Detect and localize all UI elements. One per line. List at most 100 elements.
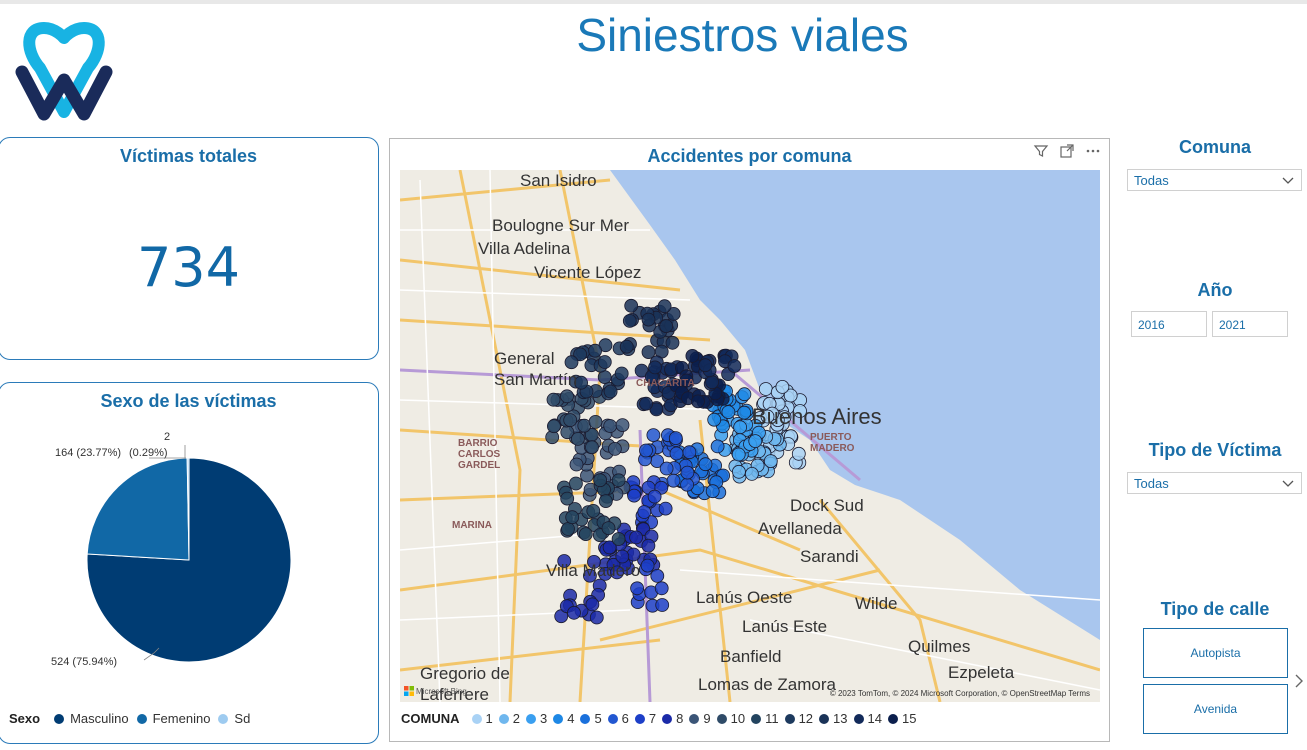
accident-point[interactable] xyxy=(619,339,634,354)
accident-point[interactable] xyxy=(682,445,697,460)
accident-point[interactable] xyxy=(614,366,629,381)
map-view[interactable]: San Isidro Boulogne Sur Mer Villa Adelin… xyxy=(400,170,1100,702)
accident-point[interactable] xyxy=(568,476,583,491)
accident-point[interactable] xyxy=(569,457,584,472)
accident-point[interactable] xyxy=(611,532,626,546)
accident-point[interactable] xyxy=(627,488,642,503)
accident-point[interactable] xyxy=(733,420,748,435)
legend-item-comuna-1[interactable]: 1 xyxy=(486,711,493,726)
anio-from-input[interactable]: 2016 xyxy=(1131,311,1207,337)
legend-item-comuna-6[interactable]: 6 xyxy=(622,711,629,726)
accident-point[interactable] xyxy=(603,419,618,433)
chevron-right-icon[interactable] xyxy=(1293,672,1305,690)
legend-item-comuna-10[interactable]: 10 xyxy=(731,711,745,726)
tipo-calle-option-avenida[interactable]: Avenida xyxy=(1143,684,1288,734)
legend-item-comuna-9[interactable]: 9 xyxy=(703,711,710,726)
accident-point[interactable] xyxy=(658,501,673,516)
accident-point[interactable] xyxy=(680,465,695,480)
accident-point[interactable] xyxy=(567,605,581,620)
accident-point[interactable] xyxy=(705,375,720,390)
accident-point[interactable] xyxy=(665,335,680,350)
focus-mode-icon[interactable] xyxy=(1059,143,1075,159)
accident-point[interactable] xyxy=(763,454,778,469)
legend-item-comuna-2[interactable]: 2 xyxy=(513,711,520,726)
accident-point[interactable] xyxy=(578,527,593,542)
anio-to-input[interactable]: 2021 xyxy=(1212,311,1288,337)
legend-item-comuna-3[interactable]: 3 xyxy=(540,711,547,726)
accident-point[interactable] xyxy=(737,405,752,420)
accident-point[interactable] xyxy=(727,359,742,373)
accident-point[interactable] xyxy=(698,358,713,373)
tipo-calle-option-autopista[interactable]: Autopista xyxy=(1143,628,1288,678)
tipo-victima-dropdown[interactable]: Todas xyxy=(1127,472,1302,494)
legend-item-comuna-14[interactable]: 14 xyxy=(868,711,882,726)
accident-point[interactable] xyxy=(593,473,608,488)
accident-point[interactable] xyxy=(546,419,561,434)
accident-point[interactable] xyxy=(705,484,720,499)
accident-point[interactable] xyxy=(791,446,806,461)
legend-item-masculino[interactable]: Masculino xyxy=(70,711,129,726)
accident-point[interactable] xyxy=(710,439,725,454)
accident-point[interactable] xyxy=(731,464,746,479)
legend-item-comuna-8[interactable]: 8 xyxy=(676,711,683,726)
accident-point[interactable] xyxy=(637,505,652,519)
accident-point[interactable] xyxy=(624,298,639,313)
accident-point[interactable] xyxy=(669,446,684,461)
accident-point[interactable] xyxy=(758,382,773,396)
legend-item-comuna-7[interactable]: 7 xyxy=(649,711,656,726)
accident-point[interactable] xyxy=(588,343,603,358)
accident-point[interactable] xyxy=(640,558,655,573)
legend-item-sd[interactable]: Sd xyxy=(234,711,250,726)
accident-point[interactable] xyxy=(775,379,790,394)
accident-point[interactable] xyxy=(680,477,695,492)
pie-slice-femenino[interactable] xyxy=(86,457,190,561)
accident-point[interactable] xyxy=(748,434,763,449)
legend-item-comuna-11[interactable]: 11 xyxy=(765,711,779,726)
accident-point[interactable] xyxy=(731,447,746,462)
accident-point[interactable] xyxy=(586,503,601,518)
accident-point[interactable] xyxy=(668,431,683,446)
accident-point[interactable] xyxy=(611,473,626,488)
accident-point[interactable] xyxy=(560,491,575,506)
accident-point[interactable] xyxy=(607,441,622,456)
legend-item-comuna-4[interactable]: 4 xyxy=(567,711,574,726)
accident-point[interactable] xyxy=(603,384,618,399)
accident-point[interactable] xyxy=(698,457,713,472)
accident-point[interactable] xyxy=(615,418,630,433)
accident-point[interactable] xyxy=(650,568,665,583)
accident-point[interactable] xyxy=(647,489,662,504)
accident-point[interactable] xyxy=(570,431,585,446)
accident-point[interactable] xyxy=(641,312,656,327)
accident-point[interactable] xyxy=(641,538,656,553)
accident-point[interactable] xyxy=(588,414,603,429)
accident-point[interactable] xyxy=(546,392,561,407)
accident-point[interactable] xyxy=(630,581,645,596)
accident-point[interactable] xyxy=(561,522,575,536)
accident-point[interactable] xyxy=(707,412,722,427)
accident-point[interactable] xyxy=(655,598,670,612)
accident-point[interactable] xyxy=(585,597,600,612)
accident-point[interactable] xyxy=(657,299,672,314)
map-attribution[interactable]: © 2023 TomTom, © 2024 Microsoft Corporat… xyxy=(830,689,1090,698)
accident-point[interactable] xyxy=(648,360,662,375)
accident-point[interactable] xyxy=(601,521,616,536)
accident-point[interactable] xyxy=(646,428,661,443)
accident-point[interactable] xyxy=(737,387,752,402)
accident-point[interactable] xyxy=(654,581,669,596)
legend-item-comuna-15[interactable]: 15 xyxy=(902,711,916,726)
legend-item-comuna-12[interactable]: 12 xyxy=(799,711,813,726)
accident-point[interactable] xyxy=(685,348,700,363)
accident-point[interactable] xyxy=(598,494,613,509)
accident-point[interactable] xyxy=(639,396,654,411)
accident-point[interactable] xyxy=(666,473,681,488)
accident-point[interactable] xyxy=(563,413,578,428)
accident-point[interactable] xyxy=(691,394,705,409)
comuna-dropdown[interactable]: Todas xyxy=(1127,169,1302,191)
accident-point[interactable] xyxy=(639,443,653,458)
accident-point[interactable] xyxy=(585,440,599,455)
accident-point[interactable] xyxy=(626,547,641,562)
accident-point[interactable] xyxy=(744,466,759,481)
legend-item-femenino[interactable]: Femenino xyxy=(153,711,211,726)
accident-point[interactable] xyxy=(597,355,612,369)
accident-point[interactable] xyxy=(659,461,674,476)
